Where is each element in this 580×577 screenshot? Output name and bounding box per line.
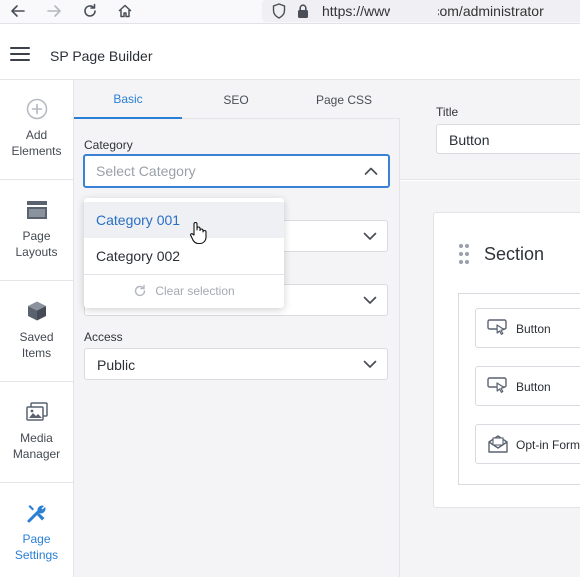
category-dropdown: Category 001 Category 002 Clear selectio… bbox=[84, 198, 284, 308]
sidebar-item-label: Media Manager bbox=[12, 431, 61, 461]
back-arrow-icon[interactable] bbox=[7, 1, 29, 21]
chevron-down-icon bbox=[363, 232, 377, 240]
sidebar-item-label: Page Settings bbox=[14, 532, 59, 562]
address-bar[interactable]: https://www.bo m.com/administrator bbox=[262, 0, 580, 22]
clear-selection-label: Clear selection bbox=[155, 284, 235, 298]
shield-icon[interactable] bbox=[272, 3, 286, 19]
title-settings-area: Title Button bbox=[400, 80, 580, 180]
section-card[interactable]: Section Button Button Opt-in Form bbox=[433, 212, 580, 508]
forward-arrow-icon[interactable] bbox=[43, 1, 65, 21]
refresh-icon bbox=[135, 284, 146, 297]
title-label: Title bbox=[436, 105, 459, 119]
category-placeholder: Select Category bbox=[96, 163, 196, 179]
hamburger-menu-icon[interactable] bbox=[10, 47, 30, 61]
section-column: Button Button Opt-in Form bbox=[458, 293, 580, 485]
sidebar-item-label: Add Elements bbox=[11, 128, 62, 158]
clear-selection-button[interactable]: Clear selection bbox=[84, 275, 284, 307]
access-value: Public bbox=[97, 357, 136, 373]
tab-page-css[interactable]: Page CSS bbox=[290, 80, 398, 119]
page-settings-panel: Basic SEO Page CSS Category Select Categ… bbox=[74, 80, 400, 577]
left-sidebar: Add Elements Page Layouts Saved Items Me… bbox=[0, 80, 74, 577]
sidebar-item-page-settings[interactable]: Page Settings bbox=[0, 484, 73, 577]
builder-canvas: Section Button Button Opt-in Form bbox=[400, 181, 580, 577]
settings-tabs: Basic SEO Page CSS bbox=[74, 80, 400, 119]
sidebar-item-label: Saved Items bbox=[19, 330, 54, 360]
button-cursor-icon bbox=[487, 377, 507, 393]
addon-button[interactable]: Button bbox=[475, 366, 580, 406]
tab-seo[interactable]: SEO bbox=[182, 80, 290, 119]
category-select[interactable]: Select Category bbox=[83, 154, 390, 188]
section-title: Section bbox=[484, 244, 545, 264]
reload-icon[interactable] bbox=[79, 1, 101, 21]
chevron-down-icon bbox=[363, 296, 377, 304]
drag-handle-icon[interactable] bbox=[458, 243, 470, 265]
addon-optin-form[interactable]: Opt-in Form bbox=[475, 424, 580, 464]
app-title: SP Page Builder bbox=[50, 48, 153, 64]
lock-icon[interactable] bbox=[296, 3, 310, 19]
dropdown-option[interactable]: Category 002 bbox=[84, 238, 284, 274]
category-label: Category bbox=[84, 138, 133, 152]
title-input[interactable]: Button bbox=[436, 124, 580, 154]
images-icon bbox=[25, 401, 48, 423]
layout-icon bbox=[26, 199, 48, 221]
chevron-up-icon bbox=[364, 167, 378, 175]
hand-cursor-icon bbox=[190, 222, 207, 245]
access-select[interactable]: Public bbox=[84, 348, 388, 380]
plus-circle-icon bbox=[26, 98, 48, 120]
browser-toolbar: https://www.bo m.com/administrator bbox=[0, 0, 580, 24]
addon-label: Button bbox=[516, 380, 551, 394]
box-icon bbox=[26, 300, 48, 322]
home-icon[interactable] bbox=[114, 1, 136, 21]
sidebar-item-page-layouts[interactable]: Page Layouts bbox=[0, 181, 73, 281]
app-header: SP Page Builder bbox=[0, 24, 580, 80]
tools-icon bbox=[26, 502, 48, 524]
addon-label: Button bbox=[516, 322, 551, 336]
sidebar-item-media-manager[interactable]: Media Manager bbox=[0, 383, 73, 483]
access-label: Access bbox=[84, 330, 123, 344]
addon-label: Opt-in Form bbox=[516, 438, 580, 452]
tab-basic[interactable]: Basic bbox=[74, 80, 182, 119]
url-redaction bbox=[390, 4, 438, 18]
dropdown-option[interactable]: Category 001 bbox=[84, 202, 284, 238]
button-cursor-icon bbox=[487, 319, 507, 335]
addon-button[interactable]: Button bbox=[475, 308, 580, 348]
sidebar-item-label: Page Layouts bbox=[15, 229, 58, 259]
sidebar-item-saved-items[interactable]: Saved Items bbox=[0, 282, 73, 382]
envelope-icon bbox=[488, 435, 508, 453]
title-input-value: Button bbox=[449, 132, 490, 148]
chevron-down-icon bbox=[363, 360, 377, 368]
sidebar-item-add-elements[interactable]: Add Elements bbox=[0, 80, 73, 180]
